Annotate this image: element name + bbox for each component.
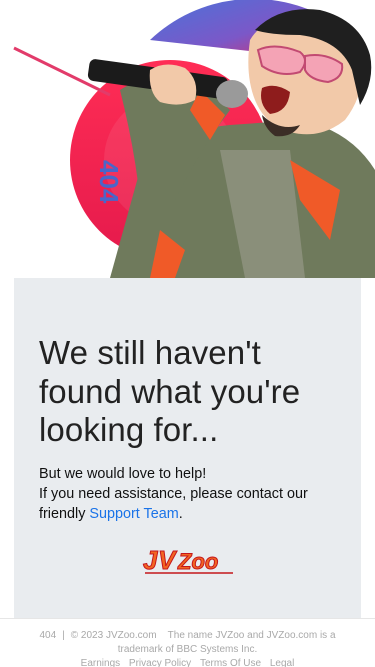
singer-illustration: 404 — [13, 0, 375, 278]
hero-illustration: 404 — [0, 0, 375, 278]
jvzoo-logo[interactable]: J V Zoo — [141, 539, 237, 579]
footer-link-earnings[interactable]: Earnings — [81, 658, 120, 667]
logo-letter-v: V — [158, 545, 178, 575]
footer-link-legal[interactable]: Legal — [270, 658, 294, 667]
microphone-head-shape — [216, 80, 248, 108]
help-line-1: But we would love to help! — [39, 465, 207, 482]
help-message: But we would love to help! If you need a… — [39, 464, 337, 524]
footer: 404 | © 2023 JVZoo.com The name JVZoo and … — [0, 618, 375, 667]
logo-letter-j: J — [143, 545, 158, 575]
footer-copyright: © 2023 JVZoo.com — [70, 630, 157, 641]
footer-legal-line: 404 | © 2023 JVZoo.com The name JVZoo and … — [20, 629, 355, 657]
jvzoo-logo-icon: J V Zoo — [143, 545, 233, 576]
footer-separator: | — [62, 630, 65, 641]
badge-404-text: 404 — [94, 160, 124, 204]
page-title: We still haven't found what you're looki… — [39, 334, 301, 449]
logo-text-zoo: Zoo — [177, 549, 218, 574]
footer-code: 404 — [39, 630, 57, 641]
error-panel: We still haven't found what you're looki… — [14, 278, 361, 618]
footer-link-terms-of-use[interactable]: Terms Of Use — [200, 658, 261, 667]
support-team-link[interactable]: Support Team — [89, 506, 178, 522]
footer-link-privacy-policy[interactable]: Privacy Policy — [129, 658, 191, 667]
help-line-2-end: . — [178, 505, 183, 522]
footer-links: Earnings Privacy Policy Terms Of Use Leg… — [20, 657, 355, 667]
